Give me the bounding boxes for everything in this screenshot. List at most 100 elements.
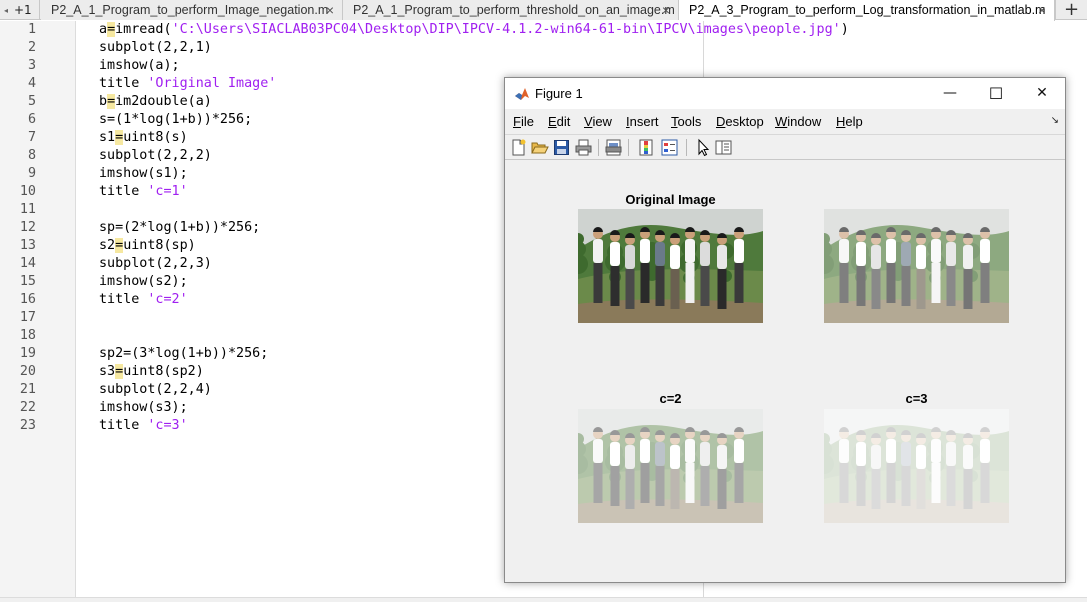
line-number: 15 — [19, 274, 36, 289]
code-token: ) — [840, 22, 849, 37]
menu-mnemonic: W — [775, 114, 788, 129]
code-line[interactable]: imshow(s2); — [99, 273, 188, 291]
image-original[interactable] — [578, 209, 763, 323]
code-line[interactable]: sp2=(3*log(1+b))*256; — [99, 345, 268, 363]
line-number: 3 — [27, 58, 36, 73]
code-token: subplot(2,2,3) — [99, 256, 212, 271]
line-number: 9 — [27, 166, 36, 181]
minimize-button[interactable]: — — [927, 78, 973, 109]
menu-label-rest: nsert — [629, 114, 659, 129]
menu-mnemonic: E — [548, 114, 557, 129]
axes-title-original: Original Image — [625, 192, 716, 207]
tab-list-button[interactable]: ◂ +1 — [0, 0, 40, 20]
pointer-icon[interactable] — [693, 138, 712, 157]
tab-list-arrow-icon: ◂ — [4, 6, 9, 15]
code-line[interactable]: title 'c=2' — [99, 291, 188, 309]
code-line[interactable]: s1=uint8(s) — [99, 129, 188, 147]
menu-desktop[interactable]: Desktop — [716, 109, 764, 135]
close-button[interactable]: ✕ — [1019, 78, 1065, 109]
menu-label-rest: indow — [787, 114, 822, 129]
code-token: s2 — [99, 238, 116, 253]
menu-view[interactable]: View — [584, 109, 612, 135]
photo-graphic — [824, 209, 1009, 323]
line-number: 1 — [27, 22, 36, 37]
figure-titlebar[interactable]: Figure 1 — ☐ ✕ — [505, 78, 1065, 109]
code-line[interactable]: imshow(s3); — [99, 399, 188, 417]
code-token: = — [107, 22, 116, 37]
new-figure-icon[interactable] — [509, 138, 528, 157]
code-line[interactable]: sp=(2*log(1+b))*256; — [99, 219, 260, 237]
axes-title-c2: c=2 — [659, 391, 682, 406]
code-line[interactable]: subplot(2,2,3) — [99, 255, 212, 273]
tab-threshold[interactable]: P2_A_1_Program_to_perform_threshold_on_a… — [343, 0, 679, 20]
maximize-button[interactable]: ☐ — [973, 78, 1019, 109]
tab-counter-label: +1 — [14, 3, 32, 17]
toolbar-separator — [598, 139, 599, 156]
toolbar-separator — [628, 139, 629, 156]
menu-label-rest: ools — [677, 114, 702, 129]
figure-title: Figure 1 — [535, 86, 583, 101]
code-line[interactable]: imshow(a); — [99, 57, 180, 75]
code-token: uint8(sp) — [123, 238, 196, 253]
code-token: a — [99, 22, 108, 37]
editor-tab-bar: ◂ +1 P2_A_1_Program_to_perform_Image_neg… — [0, 0, 1087, 21]
menu-label-rest: iew — [592, 114, 612, 129]
code-line[interactable]: s3=uint8(sp2) — [99, 363, 204, 381]
figure-window[interactable]: Figure 1 — ☐ ✕ ↘ File Edit View Insert Tools… — [504, 77, 1066, 583]
photo-graphic — [578, 209, 763, 323]
line-number: 2 — [27, 40, 36, 55]
image-c1[interactable] — [824, 209, 1009, 323]
menu-window[interactable]: Window — [775, 109, 821, 135]
code-line[interactable]: subplot(2,2,4) — [99, 381, 212, 399]
line-number: 18 — [19, 328, 36, 343]
menu-label-rest: ile — [520, 114, 534, 129]
tab-close-icon[interactable]: × — [1038, 0, 1046, 20]
menu-file[interactable]: File — [513, 109, 534, 135]
code-line[interactable]: title 'c=1' — [99, 183, 188, 201]
tab-image-negation[interactable]: P2_A_1_Program_to_perform_Image_negation… — [41, 0, 343, 20]
legend-icon[interactable] — [660, 138, 679, 157]
line-number: 16 — [19, 292, 36, 307]
code-line[interactable]: s2=uint8(sp) — [99, 237, 196, 255]
code-line[interactable]: title 'c=3' — [99, 417, 188, 435]
property-inspector-icon[interactable] — [714, 138, 733, 157]
save-icon[interactable] — [552, 138, 571, 157]
code-token: title — [99, 76, 148, 91]
menu-insert[interactable]: Insert — [626, 109, 659, 135]
menu-edit[interactable]: Edit — [548, 109, 570, 135]
matlab-logo-icon — [515, 88, 529, 100]
line-number: 22 — [19, 400, 36, 415]
tab-label: P2_A_1_Program_to_perform_threshold_on_a… — [353, 3, 675, 17]
figure-canvas[interactable]: Original Image c=2 c=3 — [505, 161, 1065, 582]
menu-mnemonic: F — [513, 114, 521, 129]
dock-arrow-icon[interactable]: ↘ — [1051, 115, 1059, 126]
menu-help[interactable]: Help — [836, 109, 863, 135]
code-line[interactable]: title 'Original Image' — [99, 75, 276, 93]
menu-mnemonic: D — [716, 114, 726, 129]
add-tab-button[interactable]: + — [1055, 0, 1087, 20]
open-file-icon[interactable] — [530, 138, 549, 157]
print-icon[interactable] — [574, 138, 593, 157]
code-line[interactable]: subplot(2,2,2) — [99, 147, 212, 165]
line-number: 6 — [27, 112, 36, 127]
image-c3[interactable] — [824, 409, 1009, 523]
code-line[interactable]: a=imread('C:\Users\SIACLAB03PC04\Desktop… — [99, 21, 849, 39]
code-token: = — [107, 94, 116, 109]
image-c2[interactable] — [578, 409, 763, 523]
string-literal: 'C:\Users\SIACLAB03PC04\Desktop\DIP\IPCV… — [171, 22, 841, 37]
code-line[interactable]: imshow(s1); — [99, 165, 188, 183]
tab-log-transformation[interactable]: P2_A_3_Program_to_perform_Log_transforma… — [679, 0, 1055, 21]
code-line[interactable]: s=(1*log(1+b))*256; — [99, 111, 252, 129]
code-token: sp=(2*log(1+b))*256; — [99, 220, 261, 235]
tab-close-icon[interactable]: × — [662, 0, 670, 20]
code-line[interactable]: subplot(2,2,1) — [99, 39, 212, 57]
menu-mnemonic: H — [836, 114, 846, 129]
menu-tools[interactable]: Tools — [671, 109, 701, 135]
print-preview-icon[interactable] — [604, 138, 623, 157]
tab-close-icon[interactable]: × — [326, 0, 334, 20]
line-number: 10 — [19, 184, 36, 199]
code-line[interactable]: b=im2double(a) — [99, 93, 212, 111]
code-token: = — [115, 130, 124, 145]
colorbar-icon[interactable] — [637, 138, 656, 157]
code-token: imshow(s2); — [99, 274, 188, 289]
